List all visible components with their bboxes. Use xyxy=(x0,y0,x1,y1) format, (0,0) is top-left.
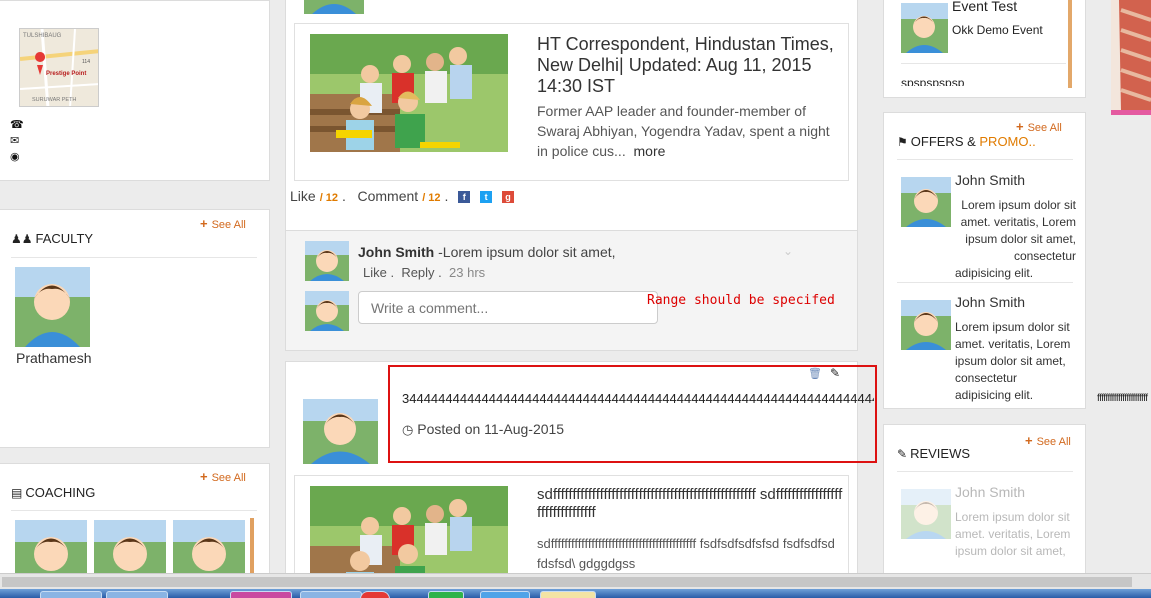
taskbar-button[interactable] xyxy=(106,591,168,598)
coaching-avatar[interactable] xyxy=(15,520,87,575)
contact-icons: ☎ ✉ ◉ xyxy=(10,117,24,165)
divider xyxy=(11,510,257,511)
commenter-avatar[interactable] xyxy=(305,241,349,281)
coaching-avatar[interactable] xyxy=(94,520,166,575)
offer-name[interactable]: John Smith xyxy=(955,172,1025,188)
divider xyxy=(901,63,1066,64)
map-thumbnail[interactable]: TULSHIBAUG Prestige Point SURUWAR PETH 1… xyxy=(19,28,99,107)
comment-input[interactable] xyxy=(358,291,658,324)
reviews-heading: ✎ REVIEWS xyxy=(897,446,971,461)
globe-icon[interactable]: ◉ xyxy=(10,149,24,165)
faculty-see-all-link[interactable]: + See All xyxy=(200,216,246,231)
taskbar-button[interactable] xyxy=(540,591,596,598)
location-panel: TULSHIBAUG Prestige Point SURUWAR PETH 1… xyxy=(0,0,270,181)
comment-text: John Smith -Lorem ipsum dolor sit amet, xyxy=(358,244,616,260)
coaching-avatar[interactable] xyxy=(173,520,245,575)
event-title[interactable]: Event Test xyxy=(952,0,1017,14)
offer-text: Lorem ipsum dolor sit amet. veritatis, L… xyxy=(955,320,1071,402)
phone-icon[interactable]: ☎ xyxy=(10,117,24,133)
offer-text: Lorem ipsum dolor sit amet. veritatis, L… xyxy=(955,198,1076,280)
like-button[interactable]: Like xyxy=(290,188,316,204)
offers-see-all-link[interactable]: + See All xyxy=(1016,119,1062,134)
post-author-avatar[interactable] xyxy=(303,399,378,464)
comment-author[interactable]: John Smith xyxy=(358,244,434,260)
taskbar-button[interactable] xyxy=(300,591,362,598)
taskbar-button[interactable] xyxy=(480,591,530,598)
annotation-note: Range should be specifed xyxy=(647,293,835,308)
divider xyxy=(897,282,1073,283)
users-icon: ♟♟ xyxy=(11,232,33,246)
map-label-road: 114 xyxy=(82,59,90,65)
faculty-panel: + See All ♟♟ FACULTY Prathamesh xyxy=(0,209,270,448)
map-label-center: Prestige Point xyxy=(46,71,86,77)
faculty-name[interactable]: Prathamesh xyxy=(16,350,91,366)
comment-button[interactable]: Comment xyxy=(358,188,419,204)
shared-card-title[interactable]: sdffffffffffffffffffffffffffffffffffffff… xyxy=(537,486,845,522)
coaching-see-all-link[interactable]: + See All xyxy=(200,469,246,484)
comment-count: / 12 xyxy=(422,192,441,204)
events-panel: Event Test Okk Demo Event spspspspsp xyxy=(883,0,1086,98)
twitter-icon[interactable]: t xyxy=(480,191,493,204)
coaching-panel: + See All ▤ COACHING xyxy=(0,463,270,583)
taskbar-button[interactable] xyxy=(230,591,292,598)
like-count: / 12 xyxy=(319,192,339,204)
separator-dot: . xyxy=(341,188,346,204)
reviews-see-all-link[interactable]: + See All xyxy=(1025,433,1071,448)
taskbar-button[interactable] xyxy=(428,591,464,598)
shared-card[interactable]: sdffffffffffffffffffffffffffffffffffffff… xyxy=(294,475,849,586)
comment-meta: Like . Reply . 23 hrs xyxy=(363,265,486,280)
google-plus-icon[interactable]: g xyxy=(502,191,514,204)
chevron-down-icon[interactable]: ⌄ xyxy=(783,244,793,258)
overflow-text: ffffffffffffffffffffffff xyxy=(1097,393,1148,404)
comment-like-button[interactable]: Like xyxy=(363,265,387,280)
tags-icon: ⚑ xyxy=(897,135,908,149)
divider xyxy=(897,471,1073,472)
envelope-icon[interactable]: ✉ xyxy=(10,133,24,149)
offer-name[interactable]: John Smith xyxy=(955,294,1025,310)
news-excerpt: Former AAP leader and founder-member of … xyxy=(537,103,830,159)
event-item[interactable]: spspspspsp xyxy=(901,76,964,86)
events-scrollbar[interactable] xyxy=(1068,0,1072,88)
edge-photo xyxy=(1111,0,1151,115)
news-image[interactable] xyxy=(310,34,508,152)
shared-card-body: sdffffffffffffffffffffffffffffffffffffff… xyxy=(537,536,835,571)
review-name: John Smith xyxy=(955,484,1026,500)
offers-heading: ⚑ OFFERS & PROMO.. xyxy=(897,134,1036,149)
divider xyxy=(897,159,1073,160)
post-action-bar: Like/ 12 . Comment/ 12 . f t g xyxy=(290,188,514,204)
separator-dot: . xyxy=(444,188,449,204)
event-avatar[interactable] xyxy=(901,3,948,53)
facebook-icon[interactable]: f xyxy=(458,191,471,204)
horizontal-scrollbar[interactable] xyxy=(0,573,1151,589)
shared-card-image[interactable] xyxy=(310,486,508,586)
highlight-box xyxy=(388,365,877,463)
divider xyxy=(11,257,257,258)
taskbar-button[interactable] xyxy=(40,591,102,598)
post-author-avatar[interactable] xyxy=(304,0,364,14)
reviews-panel: + See All ✎ REVIEWS John Smith Lorem ipsum… xyxy=(883,424,1086,598)
comment-time: 23 hrs xyxy=(449,265,486,280)
current-user-avatar xyxy=(305,291,349,331)
news-title[interactable]: HT Correspondent, Hindustan Times, New D… xyxy=(537,34,837,97)
offers-panel: + See All ⚑ OFFERS & PROMO.. John Smith Lo… xyxy=(883,112,1086,409)
faculty-avatar[interactable] xyxy=(15,267,90,347)
map-label-bottom: SURUWAR PETH xyxy=(32,97,76,103)
event-item[interactable]: Okk Demo Event xyxy=(952,23,1043,37)
coaching-scrollbar[interactable] xyxy=(250,518,254,578)
faculty-heading: ♟♟ FACULTY xyxy=(11,231,94,246)
map-label-top: TULSHIBAUG xyxy=(23,33,62,39)
edit-icon: ✎ xyxy=(897,447,908,461)
more-link[interactable]: more xyxy=(634,143,666,159)
review-text: Lorem ipsum dolor sit amet. veritatis, L… xyxy=(955,510,1071,558)
scrollbar-thumb[interactable] xyxy=(2,577,1132,587)
coaching-heading: ▤ COACHING xyxy=(11,485,96,500)
taskbar-button[interactable] xyxy=(360,591,390,598)
news-card[interactable]: HT Correspondent, Hindustan Times, New D… xyxy=(294,23,849,181)
clipboard-icon: ▤ xyxy=(11,486,23,500)
comment-reply-button[interactable]: Reply xyxy=(401,265,434,280)
